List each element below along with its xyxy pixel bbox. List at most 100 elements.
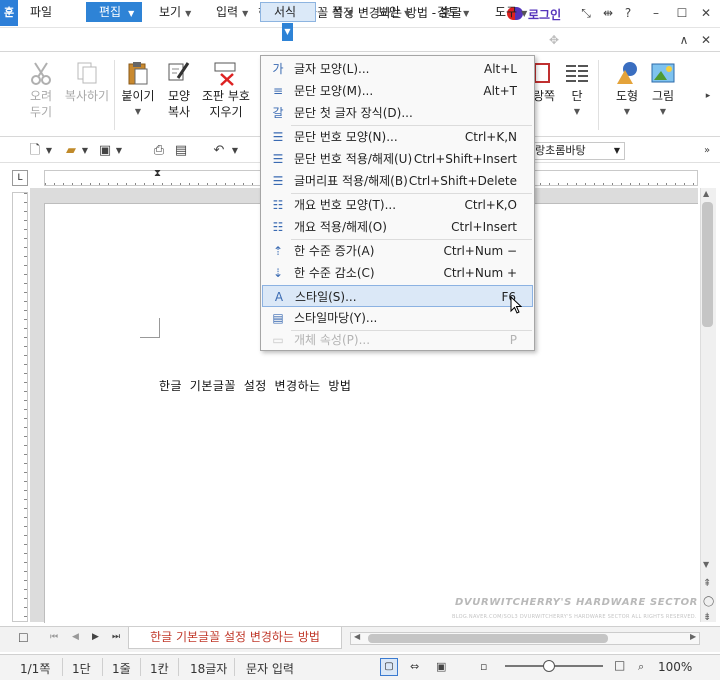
menu-item-outline-toggle[interactable]: ☷ 개요 적용/해제(O) Ctrl+Insert xyxy=(262,216,533,238)
menu-file[interactable]: 파일 xyxy=(26,2,56,22)
menu-item-label: 한 수준 감소(C) xyxy=(294,266,375,280)
chevron-down-icon[interactable]: ▼ xyxy=(44,142,54,160)
zoom-slider-knob[interactable] xyxy=(543,660,556,672)
menu-security[interactable]: 보안 ▼ xyxy=(374,2,414,22)
mouse-cursor-icon xyxy=(510,295,523,314)
chevron-down-icon[interactable]: ▼ xyxy=(80,142,90,160)
paste-button[interactable]: 붙이기 ▼ xyxy=(118,60,158,120)
menu-view[interactable]: 보기 ▼ xyxy=(155,2,195,22)
new-tab-icon[interactable]: ☐ xyxy=(18,631,29,645)
scroll-down-icon[interactable]: ▼ xyxy=(703,560,709,569)
picture-button[interactable]: 그림 ▼ xyxy=(648,60,678,120)
close-icon[interactable]: ✕ xyxy=(698,5,714,21)
picture-icon xyxy=(650,60,676,86)
picture-label: 그림 xyxy=(651,89,675,103)
restore-icon[interactable]: ☐ xyxy=(674,5,690,21)
ribbon-expand-icon[interactable]: ▸ xyxy=(700,88,716,104)
menu-item-style-gallery[interactable]: ▤ 스타일마당(Y)... xyxy=(262,307,533,329)
vertical-ruler[interactable] xyxy=(12,192,28,622)
menu-tools[interactable]: 도구 ▼ xyxy=(491,2,531,22)
save-icon[interactable]: ▣ xyxy=(96,142,114,160)
prev-tab-icon[interactable]: ◀ xyxy=(72,632,79,642)
menu-item-shortcut: Ctrl+Insert xyxy=(451,220,517,234)
undo-icon[interactable]: ↶ xyxy=(210,142,228,160)
zoom-search-icon[interactable]: ⌕ xyxy=(638,660,644,674)
preview-icon[interactable]: ▤ xyxy=(172,142,190,160)
chevron-down-icon: ▼ xyxy=(573,107,581,116)
scroll-up-icon[interactable]: ▲ xyxy=(703,189,709,198)
chevron-down-icon: ▼ xyxy=(347,9,354,18)
prev-page-icon[interactable]: ⇞ xyxy=(703,578,711,589)
document-text[interactable]: 한글 기본글꼴 설정 변경하는 방법 xyxy=(159,377,351,394)
chevron-down-icon: ▼ xyxy=(185,9,192,18)
menu-item-char-shape[interactable]: 가 글자 모양(L)... Alt+L xyxy=(262,58,533,80)
margin-corner-mark xyxy=(140,318,160,338)
fit-view-icon[interactable]: ▣ xyxy=(436,660,446,673)
tab-stop-selector[interactable]: L xyxy=(12,170,28,186)
menu-item-para-number[interactable]: ☰ 문단 번호 모양(N)... Ctrl+K,N xyxy=(262,126,533,148)
menu-review[interactable]: 검토 ▼ xyxy=(433,2,473,22)
menu-item-outline-number[interactable]: ☷ 개요 번호 모양(T)... Ctrl+K,O xyxy=(262,194,533,216)
menu-item-label: 개요 번호 모양(T)... xyxy=(294,198,397,212)
print-icon[interactable]: ⎙ xyxy=(150,142,168,160)
level-up-icon: ⇡ xyxy=(272,244,284,258)
menu-edit[interactable]: 편집 ▼ xyxy=(86,2,142,22)
chevron-down-icon[interactable]: ▼ xyxy=(114,142,124,160)
help-icon[interactable]: ? xyxy=(620,5,636,21)
menu-bar xyxy=(0,28,720,52)
clear-format-button[interactable]: 조판 부호 지우기 xyxy=(200,60,252,120)
menu-item-label: 스타일(S)... xyxy=(295,290,357,304)
zoom-level[interactable]: 100% xyxy=(658,660,692,674)
last-tab-icon[interactable]: ⏭ xyxy=(112,632,120,642)
collapse-ribbon-icon[interactable]: ∧ xyxy=(676,32,692,48)
zoom-out-icon[interactable]: ▫ xyxy=(480,660,487,673)
menu-item-style[interactable]: A 스타일(S)... F6 xyxy=(262,285,533,307)
find-icon[interactable]: ◯ xyxy=(703,596,714,607)
columns-button[interactable]: 단 ▼ xyxy=(562,60,592,120)
first-tab-icon[interactable]: ⏮ xyxy=(50,632,58,642)
fullscreen-icon[interactable]: ⤡ xyxy=(578,5,594,21)
cut-button[interactable]: 오려 두기 xyxy=(24,60,58,120)
menu-insert[interactable]: 입력 ▼ xyxy=(212,2,252,22)
scroll-right-icon[interactable]: ▶ xyxy=(690,632,696,641)
chevron-down-icon: ▼ xyxy=(404,9,411,18)
menu-item-para-shape[interactable]: ≡ 문단 모양(M)... Alt+T xyxy=(262,80,533,102)
login-button[interactable]: 로그인 xyxy=(528,6,561,23)
style-gallery-icon: ▤ xyxy=(272,311,284,325)
zoom-in-icon[interactable]: □ xyxy=(614,658,625,672)
page-view-icon[interactable]: ▢ xyxy=(380,658,398,676)
vertical-scroll-thumb[interactable] xyxy=(702,202,713,327)
new-doc-icon[interactable]: 🗋 xyxy=(26,142,44,160)
menu-page[interactable]: 쪽 ▼ xyxy=(328,2,357,22)
doc-close-icon[interactable]: ✕ xyxy=(698,32,714,48)
chevron-down-icon: ▼ xyxy=(521,9,528,18)
menu-item-bullet-toggle[interactable]: ☰ 글머리표 적용/해제(B) Ctrl+Shift+Delete xyxy=(262,170,533,192)
scroll-left-icon[interactable]: ◀ xyxy=(354,632,360,641)
menu-item-drop-cap[interactable]: 갈 문단 첫 글자 장식(D)... xyxy=(262,102,533,124)
menu-item-para-number-toggle[interactable]: ☰ 문단 번호 적용/해제(U) Ctrl+Shift+Insert xyxy=(262,148,533,170)
addon-icon[interactable]: ✥ xyxy=(546,32,562,48)
style-select[interactable]: 랑초롬바탕 ▼ xyxy=(530,142,625,160)
next-page-icon[interactable]: ⇟ xyxy=(703,612,711,623)
menu-format[interactable]: 서식 ▼ xyxy=(260,2,316,41)
split-icon[interactable]: ⇹ xyxy=(600,5,616,21)
copy-button[interactable]: 복사하기 xyxy=(62,60,112,104)
style-select-value: 랑초롬바탕 xyxy=(535,144,586,157)
shapes-icon xyxy=(614,60,640,86)
menu-item-level-down[interactable]: ⇣ 한 수준 감소(C) Ctrl+Num + xyxy=(262,262,533,284)
chevron-down-icon[interactable]: ▼ xyxy=(230,142,240,160)
menu-item-shortcut: Ctrl+Num − xyxy=(443,244,517,258)
menu-item-level-up[interactable]: ⇡ 한 수준 증가(A) Ctrl+Num − xyxy=(262,240,533,262)
minimize-icon[interactable]: – xyxy=(648,5,664,21)
shape-button[interactable]: 도형 ▼ xyxy=(610,60,644,120)
format-copy-button[interactable]: 모양 복사 xyxy=(162,60,196,120)
next-tab-icon[interactable]: ▶ xyxy=(92,632,99,642)
indent-marker-icon[interactable]: ⧗ xyxy=(154,168,161,179)
open-folder-icon[interactable]: ▰ xyxy=(62,142,80,160)
status-input-mode[interactable]: 문자 입력 xyxy=(246,660,294,677)
status-col: 1칸 xyxy=(150,662,169,676)
width-view-icon[interactable]: ⇔ xyxy=(410,660,419,673)
toolbar-expand-icon[interactable]: » xyxy=(700,142,714,160)
document-tab[interactable]: 한글 기본글꼴 설정 변경하는 방법 xyxy=(128,627,342,649)
horizontal-scroll-thumb[interactable] xyxy=(368,634,608,643)
